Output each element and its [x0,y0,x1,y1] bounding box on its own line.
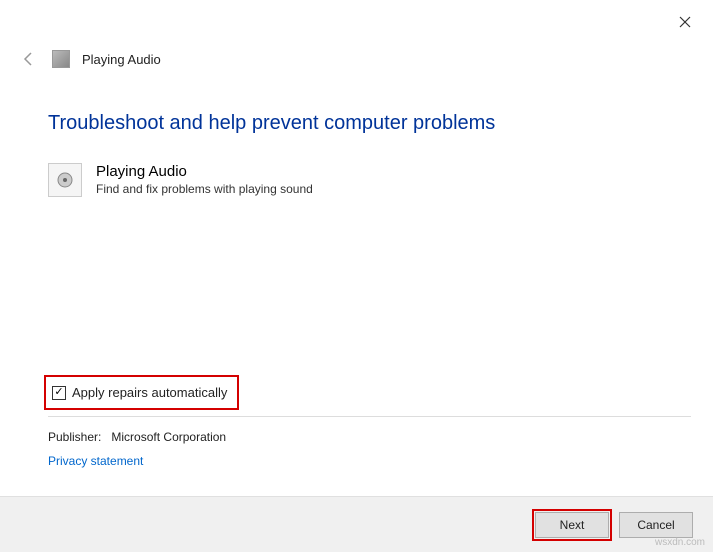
audio-icon [48,163,82,197]
troubleshooter-row: Playing Audio Find and fix problems with… [48,163,689,197]
header-bar: Playing Audio [18,48,161,70]
cancel-button[interactable]: Cancel [619,512,693,538]
troubleshooter-icon [52,50,70,68]
close-button[interactable] [675,12,695,32]
next-button[interactable]: Next [535,512,609,538]
watermark: wsxdn.com [655,537,705,548]
apply-repairs-label: Apply repairs automatically [72,385,227,400]
main-heading: Troubleshoot and help prevent computer p… [48,112,689,135]
publisher-label: Publisher: [48,430,101,444]
publisher-value: Microsoft Corporation [111,430,226,444]
back-button[interactable] [18,48,40,70]
troubleshooter-description: Find and fix problems with playing sound [96,182,313,196]
publisher-info: Publisher: Microsoft Corporation [48,430,226,444]
apply-repairs-option[interactable]: ✓ Apply repairs automatically [44,375,239,410]
close-icon [679,16,691,28]
window-title: Playing Audio [82,52,161,67]
divider [48,416,691,417]
privacy-statement-link[interactable]: Privacy statement [48,454,143,468]
troubleshooter-title: Playing Audio [96,163,313,180]
arrow-left-icon [20,50,38,68]
main-content: Troubleshoot and help prevent computer p… [48,112,689,197]
checkmark-icon: ✓ [54,387,63,398]
button-bar: Next Cancel [0,496,713,552]
apply-repairs-checkbox[interactable]: ✓ [52,386,66,400]
